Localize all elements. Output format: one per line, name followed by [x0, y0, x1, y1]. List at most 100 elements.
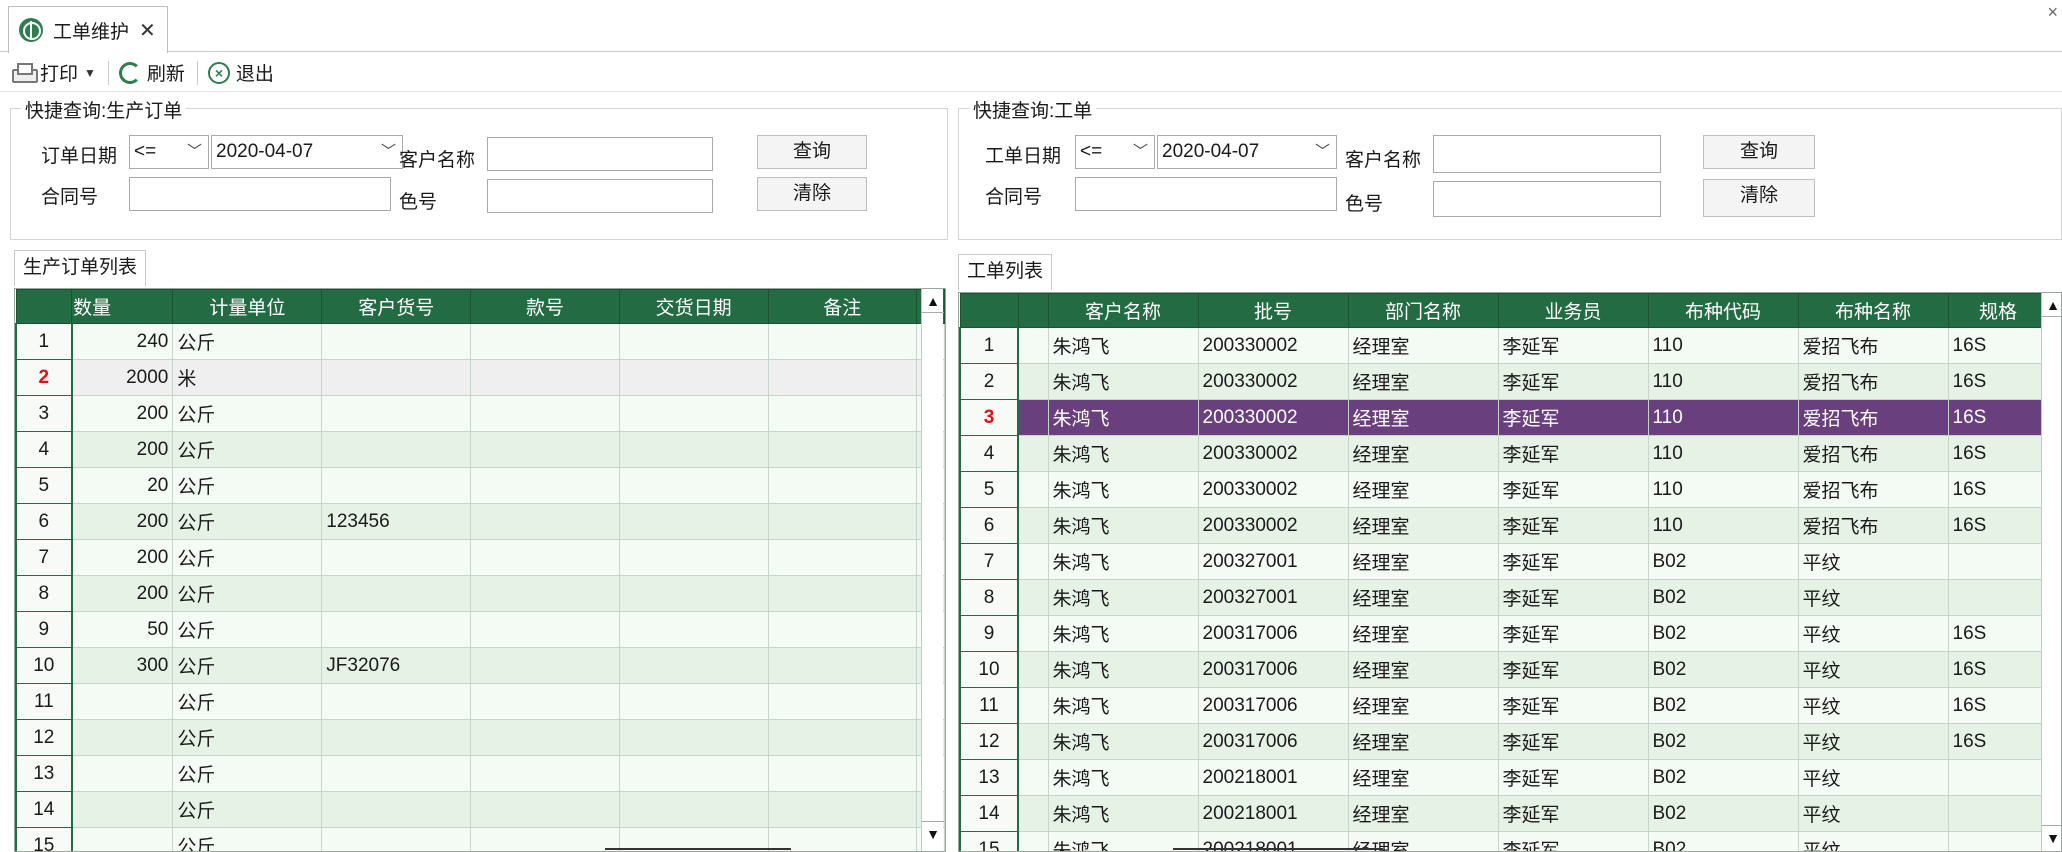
row-number[interactable]: 5	[15, 467, 73, 504]
workorder-clear-button[interactable]: 清除	[1703, 179, 1815, 217]
workorder-color-input[interactable]	[1433, 181, 1661, 217]
row-number[interactable]: 8	[959, 579, 1019, 616]
column-header[interactable]: 数量	[71, 289, 174, 324]
row-number[interactable]: 11	[959, 687, 1019, 724]
column-header[interactable]: 批号	[1197, 293, 1349, 328]
row-number[interactable]: 13	[15, 755, 73, 792]
row-number[interactable]: 13	[959, 759, 1019, 796]
table-row[interactable]: 10300公斤JF32076S	[15, 647, 945, 684]
column-header[interactable]: 计量单位	[172, 289, 323, 324]
document-tab[interactable]: 工单维护 ✕	[8, 6, 168, 53]
row-number[interactable]: 12	[959, 723, 1019, 760]
table-row[interactable]: 3 朱鸿飞 200330002 经理室 李延军 110 爱招飞布 16S	[959, 399, 2049, 436]
column-header[interactable]	[1017, 293, 1049, 328]
table-row[interactable]: 4200公斤S	[15, 431, 945, 468]
tab-workorder-list[interactable]: 工单列表	[958, 254, 1053, 290]
table-row[interactable]: 6200公斤123456S	[15, 503, 945, 540]
column-header[interactable]: 业务员	[1497, 293, 1649, 328]
row-number[interactable]: 6	[15, 503, 73, 540]
row-number[interactable]: 4	[959, 435, 1019, 472]
table-row[interactable]: 15 朱鸿飞 200218001 经理室 李延军 B02 平纹	[959, 831, 2049, 851]
table-row[interactable]: 2 朱鸿飞 200330002 经理室 李延军 110 爱招飞布 16S	[959, 363, 2049, 400]
scroll-down-icon[interactable]: ▼	[2042, 825, 2061, 849]
workorder-contract-input[interactable]	[1075, 177, 1337, 211]
order-query-button[interactable]: 查询	[757, 135, 867, 169]
table-row[interactable]: 1240公斤管	[15, 323, 945, 360]
order-grid-scrollbar[interactable]: ▲ ▼	[921, 289, 944, 851]
table-row[interactable]: 12公斤兵	[15, 719, 945, 756]
column-header[interactable]: 布种代码	[1647, 293, 1799, 328]
table-row[interactable]: 11 朱鸿飞 200317006 经理室 李延军 B02 平纹 16S	[959, 687, 2049, 724]
table-row[interactable]: 7200公斤管	[15, 539, 945, 576]
row-number[interactable]: 9	[959, 615, 1019, 652]
table-row[interactable]: 13公斤兵	[15, 755, 945, 792]
row-number[interactable]: 15	[15, 827, 73, 851]
column-header[interactable]: 规格	[1947, 293, 2049, 328]
scroll-down-icon[interactable]: ▼	[922, 821, 944, 845]
chevron-down-icon[interactable]: ▼	[84, 66, 96, 80]
workorder-customer-input[interactable]	[1433, 135, 1661, 173]
row-number[interactable]: 3	[959, 399, 1019, 436]
workorder-query-button[interactable]: 查询	[1703, 135, 1815, 169]
scroll-up-icon[interactable]: ▲	[2042, 293, 2061, 317]
column-header[interactable]: 款号	[470, 289, 620, 324]
column-header[interactable]: 交货日期	[618, 289, 769, 324]
workorder-grid-scrollbar[interactable]: ▲ ▼	[2041, 293, 2061, 851]
exit-button[interactable]: × 退出	[204, 58, 278, 88]
table-row[interactable]: 12 朱鸿飞 200317006 经理室 李延军 B02 平纹 16S	[959, 723, 2049, 760]
table-row[interactable]: 11公斤兵	[15, 683, 945, 720]
table-row[interactable]: 950公斤管	[15, 611, 945, 648]
row-number[interactable]: 10	[959, 651, 1019, 688]
order-color-input[interactable]	[487, 179, 713, 213]
row-number[interactable]: 9	[15, 611, 73, 648]
column-header[interactable]: 部门名称	[1347, 293, 1499, 328]
row-number[interactable]: 6	[959, 507, 1019, 544]
table-row[interactable]: 22000米S	[15, 359, 945, 396]
row-number[interactable]: 5	[959, 471, 1019, 508]
window-close-icon[interactable]: ×	[2047, 2, 2058, 23]
table-row[interactable]: 520公斤S	[15, 467, 945, 504]
row-number[interactable]: 2	[15, 359, 73, 396]
row-number[interactable]: 4	[15, 431, 73, 468]
column-header[interactable]: 备注	[767, 289, 917, 324]
close-tab-icon[interactable]: ✕	[139, 18, 156, 43]
row-number[interactable]: 12	[15, 719, 73, 756]
column-header[interactable]: 客户名称	[1047, 293, 1199, 328]
row-number[interactable]: 2	[959, 363, 1019, 400]
column-header[interactable]	[15, 289, 73, 324]
scroll-up-icon[interactable]: ▲	[922, 289, 944, 313]
row-number[interactable]: 10	[15, 647, 73, 684]
row-number[interactable]: 11	[15, 683, 73, 720]
table-row[interactable]: 8 朱鸿飞 200327001 经理室 李延军 B02 平纹	[959, 579, 2049, 616]
row-number[interactable]: 1	[15, 323, 73, 360]
table-row[interactable]: 9 朱鸿飞 200317006 经理室 李延军 B02 平纹 16S	[959, 615, 2049, 652]
table-row[interactable]: 7 朱鸿飞 200327001 经理室 李延军 B02 平纹	[959, 543, 2049, 580]
row-number[interactable]: 8	[15, 575, 73, 612]
order-date-picker[interactable]: 2020-04-07 ﹀	[211, 135, 403, 169]
row-number[interactable]: 7	[959, 543, 1019, 580]
table-row[interactable]: 3200公斤S	[15, 395, 945, 432]
table-row[interactable]: 14 朱鸿飞 200218001 经理室 李延军 B02 平纹	[959, 795, 2049, 832]
order-clear-button[interactable]: 清除	[757, 177, 867, 211]
table-row[interactable]: 13 朱鸿飞 200218001 经理室 李延军 B02 平纹	[959, 759, 2049, 796]
row-number[interactable]: 3	[15, 395, 73, 432]
table-row[interactable]: 5 朱鸿飞 200330002 经理室 李延军 110 爱招飞布 16S	[959, 471, 2049, 508]
table-row[interactable]: 8200公斤管	[15, 575, 945, 612]
row-number[interactable]: 14	[959, 795, 1019, 832]
refresh-button[interactable]: 刷新	[115, 58, 189, 88]
print-button[interactable]: 打印 ▼	[8, 58, 100, 88]
column-header[interactable]: 客户货号	[321, 289, 472, 324]
table-row[interactable]: 1 朱鸿飞 200330002 经理室 李延军 110 爱招飞布 16S	[959, 327, 2049, 364]
table-row[interactable]: 15 公斤	[15, 827, 945, 851]
row-number[interactable]: 14	[15, 791, 73, 828]
order-customer-input[interactable]	[487, 137, 713, 171]
order-date-operator-select[interactable]: <= ﹀	[129, 135, 209, 169]
table-row[interactable]: 4 朱鸿飞 200330002 经理室 李延军 110 爱招飞布 16S	[959, 435, 2049, 472]
table-row[interactable]: 14公斤兵	[15, 791, 945, 828]
table-row[interactable]: 10 朱鸿飞 200317006 经理室 李延军 B02 平纹 16S	[959, 651, 2049, 688]
column-header[interactable]: 布种名称	[1797, 293, 1949, 328]
table-row[interactable]: 6 朱鸿飞 200330002 经理室 李延军 110 爱招飞布 16S	[959, 507, 2049, 544]
column-header[interactable]	[959, 293, 1019, 328]
workorder-date-picker[interactable]: 2020-04-07 ﹀	[1157, 135, 1337, 169]
order-contract-input[interactable]	[129, 177, 391, 211]
